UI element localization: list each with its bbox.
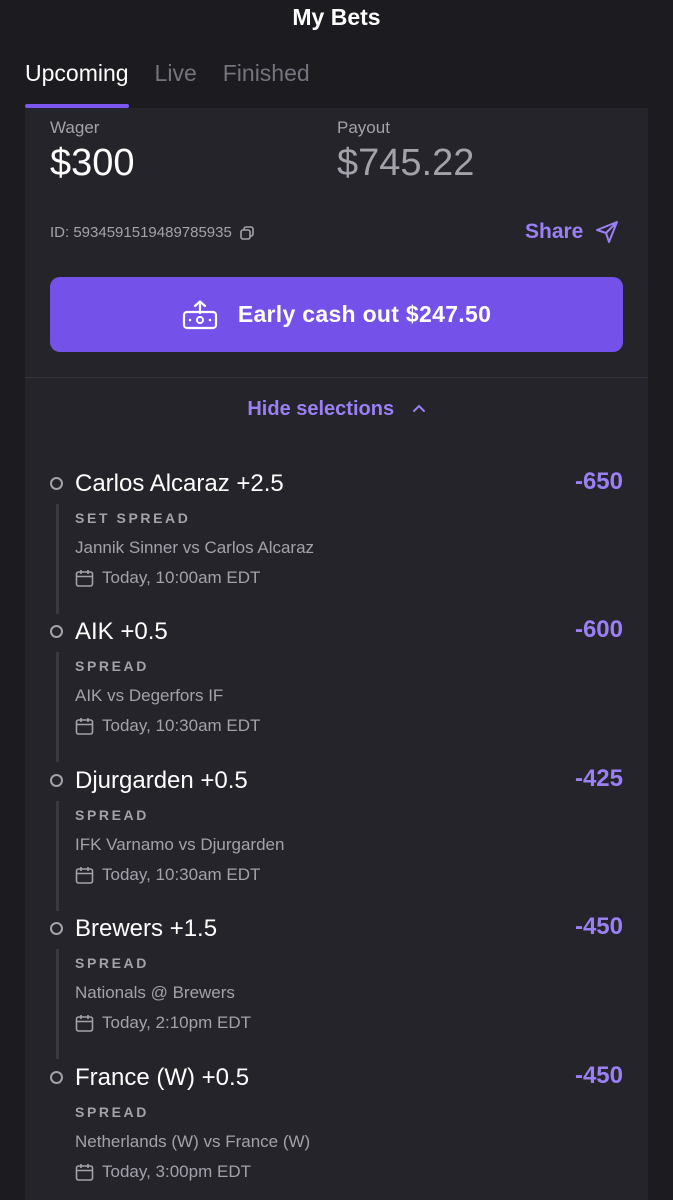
my-bets-screen: My Bets Upcoming Live Finished Wager $30… xyxy=(0,0,673,1200)
early-cash-out-button[interactable]: Early cash out $247.50 xyxy=(50,277,623,352)
selection-time: Today, 10:30am EDT xyxy=(75,716,260,736)
timeline-line xyxy=(56,504,59,614)
bet-card: Wager $300 Payout $745.22 ID: 5934591519… xyxy=(25,108,648,1200)
bet-id-row: ID: 5934591519489785935 xyxy=(50,224,254,241)
selection-time: Today, 10:30am EDT xyxy=(75,865,260,885)
chevron-up-icon xyxy=(412,400,426,416)
tab-bar: Upcoming Live Finished xyxy=(25,60,336,108)
calendar-icon xyxy=(75,1163,94,1181)
selection-match: Netherlands (W) vs France (W) xyxy=(75,1132,311,1151)
share-button[interactable]: Share xyxy=(525,220,619,244)
hide-selections-button[interactable]: Hide selections xyxy=(25,398,648,421)
selection-match: IFK Varnamo vs Djurgarden xyxy=(75,835,285,854)
selection-odds: -600 xyxy=(574,616,623,643)
selection-item: Carlos Alcaraz +2.5 -650 SET SPREAD Jann… xyxy=(25,468,648,618)
selection-odds: -425 xyxy=(574,765,623,792)
wager-label: Wager xyxy=(50,118,100,137)
selection-name: France (W) +0.5 xyxy=(75,1064,250,1091)
calendar-icon xyxy=(75,569,94,587)
tab-upcoming[interactable]: Upcoming xyxy=(25,60,129,108)
selection-time-text: Today, 3:00pm EDT xyxy=(102,1162,251,1181)
calendar-icon xyxy=(75,866,94,884)
calendar-icon xyxy=(75,717,94,735)
bet-id: ID: 5934591519489785935 xyxy=(50,224,232,241)
selection-market: SPREAD xyxy=(75,1104,149,1120)
selection-odds: -650 xyxy=(574,468,623,495)
selection-market: SPREAD xyxy=(75,955,149,971)
selection-match: Jannik Sinner vs Carlos Alcaraz xyxy=(75,538,315,557)
selection-name: Djurgarden +0.5 xyxy=(75,767,248,794)
selection-odds: -450 xyxy=(574,1062,623,1089)
circle-icon xyxy=(50,477,63,490)
selection-name: AIK +0.5 xyxy=(75,618,168,645)
copy-icon[interactable] xyxy=(240,225,254,240)
cash-out-label: Early cash out $247.50 xyxy=(237,301,492,327)
timeline-line xyxy=(56,949,59,1059)
selection-match: AIK vs Degerfors IF xyxy=(75,686,224,705)
selection-item: Djurgarden +0.5 -425 SPREAD IFK Varnamo … xyxy=(25,765,648,915)
payout-value: $745.22 xyxy=(337,142,475,184)
circle-icon xyxy=(50,922,63,935)
selection-market: SPREAD xyxy=(75,658,149,674)
send-icon xyxy=(596,221,619,243)
page-title: My Bets xyxy=(292,4,381,30)
selection-time-text: Today, 2:10pm EDT xyxy=(102,1013,251,1032)
selection-time: Today, 2:10pm EDT xyxy=(75,1013,251,1033)
selection-time: Today, 10:00am EDT xyxy=(75,568,260,588)
tab-live[interactable]: Live xyxy=(155,60,197,108)
selection-item: France (W) +0.5 -450 SPREAD Netherlands … xyxy=(25,1062,648,1200)
cash-out-icon xyxy=(182,299,217,329)
circle-icon xyxy=(50,625,63,638)
timeline-line xyxy=(56,652,59,762)
selection-time: Today, 3:00pm EDT xyxy=(75,1162,251,1182)
hide-selections-label: Hide selections xyxy=(247,398,395,420)
selection-market: SPREAD xyxy=(75,807,149,823)
selection-time-text: Today, 10:30am EDT xyxy=(102,865,261,884)
selection-name: Carlos Alcaraz +2.5 xyxy=(75,470,284,497)
selection-item: Brewers +1.5 -450 SPREAD Nationals @ Bre… xyxy=(25,913,648,1063)
divider xyxy=(25,377,648,378)
selection-time-text: Today, 10:30am EDT xyxy=(102,716,261,735)
wager-value: $300 xyxy=(50,142,135,184)
circle-icon xyxy=(50,774,63,787)
selection-item: AIK +0.5 -600 SPREAD AIK vs Degerfors IF… xyxy=(25,616,648,766)
share-label: Share xyxy=(525,220,584,243)
timeline-line xyxy=(56,801,59,911)
selection-odds: -450 xyxy=(574,913,623,940)
circle-icon xyxy=(50,1071,63,1084)
tab-finished[interactable]: Finished xyxy=(223,60,310,108)
calendar-icon xyxy=(75,1014,94,1032)
payout-label: Payout xyxy=(337,118,390,137)
selection-market: SET SPREAD xyxy=(75,510,191,526)
selection-time-text: Today, 10:00am EDT xyxy=(102,568,261,587)
selection-name: Brewers +1.5 xyxy=(75,915,218,942)
selection-match: Nationals @ Brewers xyxy=(75,983,235,1002)
